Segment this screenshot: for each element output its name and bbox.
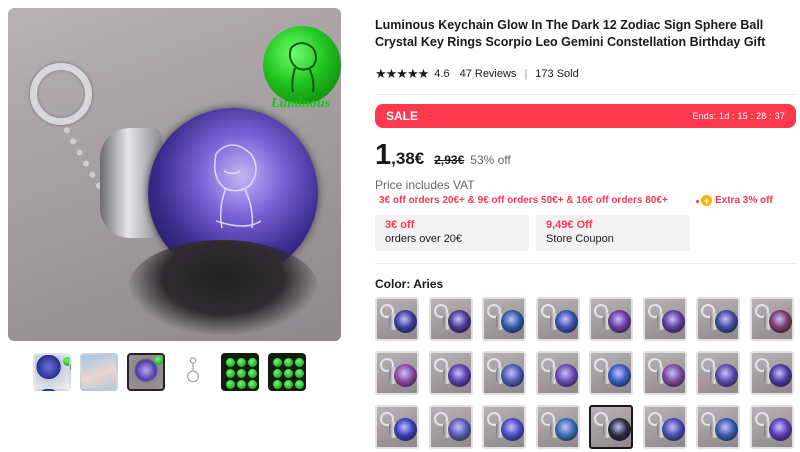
color-swatch[interactable] [482, 405, 526, 449]
divider [375, 94, 796, 95]
swatch-ball-part [394, 310, 417, 333]
swatch-ball-part [447, 418, 471, 441]
keyring-image-part [30, 63, 92, 125]
coupon-amount: 3€ off [385, 219, 415, 231]
swatch-ball-part [768, 418, 792, 441]
price-row: 1 ,38€ 2,93€ 53% off [375, 139, 511, 172]
swatch-ball-part [715, 310, 738, 333]
discount-percent: 53% off [470, 153, 511, 167]
promotion-tiers[interactable]: 3€ off orders 20€+ & 9€ off orders 50€+ … [379, 195, 668, 206]
swatch-ball-part [608, 310, 631, 333]
sale-countdown: Ends: 1d : 15 : 28 : 37 [692, 111, 785, 121]
glow-dot-icon [154, 356, 163, 365]
color-swatch[interactable] [642, 297, 687, 341]
vat-note: Price includes VAT [375, 178, 475, 192]
color-swatch[interactable] [535, 297, 580, 341]
color-swatch[interactable] [749, 351, 794, 395]
color-swatch[interactable] [589, 405, 633, 449]
thumbnail-4[interactable] [174, 353, 212, 391]
price-integer: 1 [375, 139, 392, 171]
color-swatch[interactable] [375, 297, 419, 341]
keychain-outline-icon [187, 357, 199, 383]
color-swatch[interactable] [696, 297, 740, 341]
color-swatch[interactable] [589, 351, 633, 395]
product-title: Luminous Keychain Glow In The Dark 12 Zo… [375, 18, 766, 49]
swatch-ball-part [394, 418, 417, 441]
color-swatch[interactable] [375, 351, 419, 395]
sale-banner: SALE Ends: 1d : 15 : 28 : 37 [375, 104, 796, 128]
thumbnail-5[interactable] [221, 353, 259, 391]
glow-lion-badge-icon [263, 26, 341, 104]
swatch-ball-part [715, 418, 738, 441]
coupon-amount: 9,49€ Off [546, 219, 593, 231]
coupon-card[interactable]: 3€ off orders over 20€ [375, 215, 529, 251]
store-coupon-card[interactable]: 9,49€ Off Store Coupon [536, 215, 690, 251]
coupon-condition: Store Coupon [546, 233, 614, 245]
thumbnail-1[interactable] [33, 353, 71, 391]
rating-value: 4.6 [434, 68, 450, 80]
original-price: 2,93€ [434, 153, 465, 167]
swatch-ball-part [661, 310, 685, 333]
swatch-ball-part [501, 310, 524, 333]
swatch-ball-part [501, 418, 524, 441]
reviews-link[interactable]: 47 Reviews [460, 68, 517, 80]
swatch-ball-part [554, 364, 578, 387]
price-decimal: ,38€ [391, 149, 425, 168]
coupon-condition: orders over 20€ [385, 233, 463, 245]
swatch-ball-part [501, 364, 524, 387]
sale-label: SALE [386, 109, 419, 123]
swatch-ball-part [554, 310, 578, 333]
color-swatch[interactable] [696, 405, 740, 449]
color-swatch[interactable] [749, 405, 794, 449]
color-swatch[interactable] [535, 351, 580, 395]
swatch-ball-part [394, 364, 417, 387]
thumbnail-strip [33, 353, 306, 391]
swatch-ball-part [768, 310, 792, 333]
color-swatch[interactable] [642, 351, 687, 395]
thumbnail-6[interactable] [268, 353, 306, 391]
lion-illustration-icon [213, 144, 262, 229]
swatch-ball-part [715, 364, 738, 387]
color-swatch-grid [375, 297, 794, 452]
thumbnail-2[interactable] [80, 353, 118, 391]
plus-circle-icon: + [701, 195, 712, 206]
color-swatch[interactable] [749, 297, 794, 341]
star-icon: ★★★★★ [375, 66, 429, 81]
color-swatch[interactable] [428, 297, 473, 341]
color-swatch[interactable] [482, 297, 526, 341]
thumbnail-3[interactable] [127, 353, 165, 391]
swatch-ball-part [608, 418, 631, 441]
color-swatch[interactable] [482, 351, 526, 395]
swatch-ball-part [608, 364, 631, 387]
glow-dot-icon [63, 357, 69, 366]
color-swatch[interactable] [428, 351, 473, 395]
color-swatch[interactable] [696, 351, 740, 395]
rating-row: ★★★★★ 4.6 47 Reviews | 173 Sold [375, 66, 579, 82]
swatch-ball-part [447, 310, 471, 333]
luminous-badge-text: Luminous [271, 96, 331, 111]
divider [375, 263, 796, 264]
swatch-ball-part [447, 364, 471, 387]
swatch-ball-part [661, 418, 685, 441]
swatch-ball-part [554, 418, 578, 441]
sold-count: 173 Sold [535, 68, 579, 80]
extra-discount[interactable]: + Extra 3% off [693, 195, 773, 206]
color-swatch[interactable] [428, 405, 473, 449]
color-swatch[interactable] [589, 297, 633, 341]
color-swatch[interactable] [642, 405, 687, 449]
extra-discount-label: Extra 3% off [715, 195, 773, 206]
color-swatch[interactable] [375, 405, 419, 449]
color-swatch[interactable] [535, 405, 580, 449]
separator: | [524, 68, 528, 80]
swatch-ball-part [768, 364, 792, 387]
reflection-image-part [128, 240, 318, 335]
color-selection-label: Color: Aries [375, 277, 444, 291]
main-product-image[interactable]: Luminous [8, 8, 341, 341]
swatch-ball-part [661, 364, 685, 387]
